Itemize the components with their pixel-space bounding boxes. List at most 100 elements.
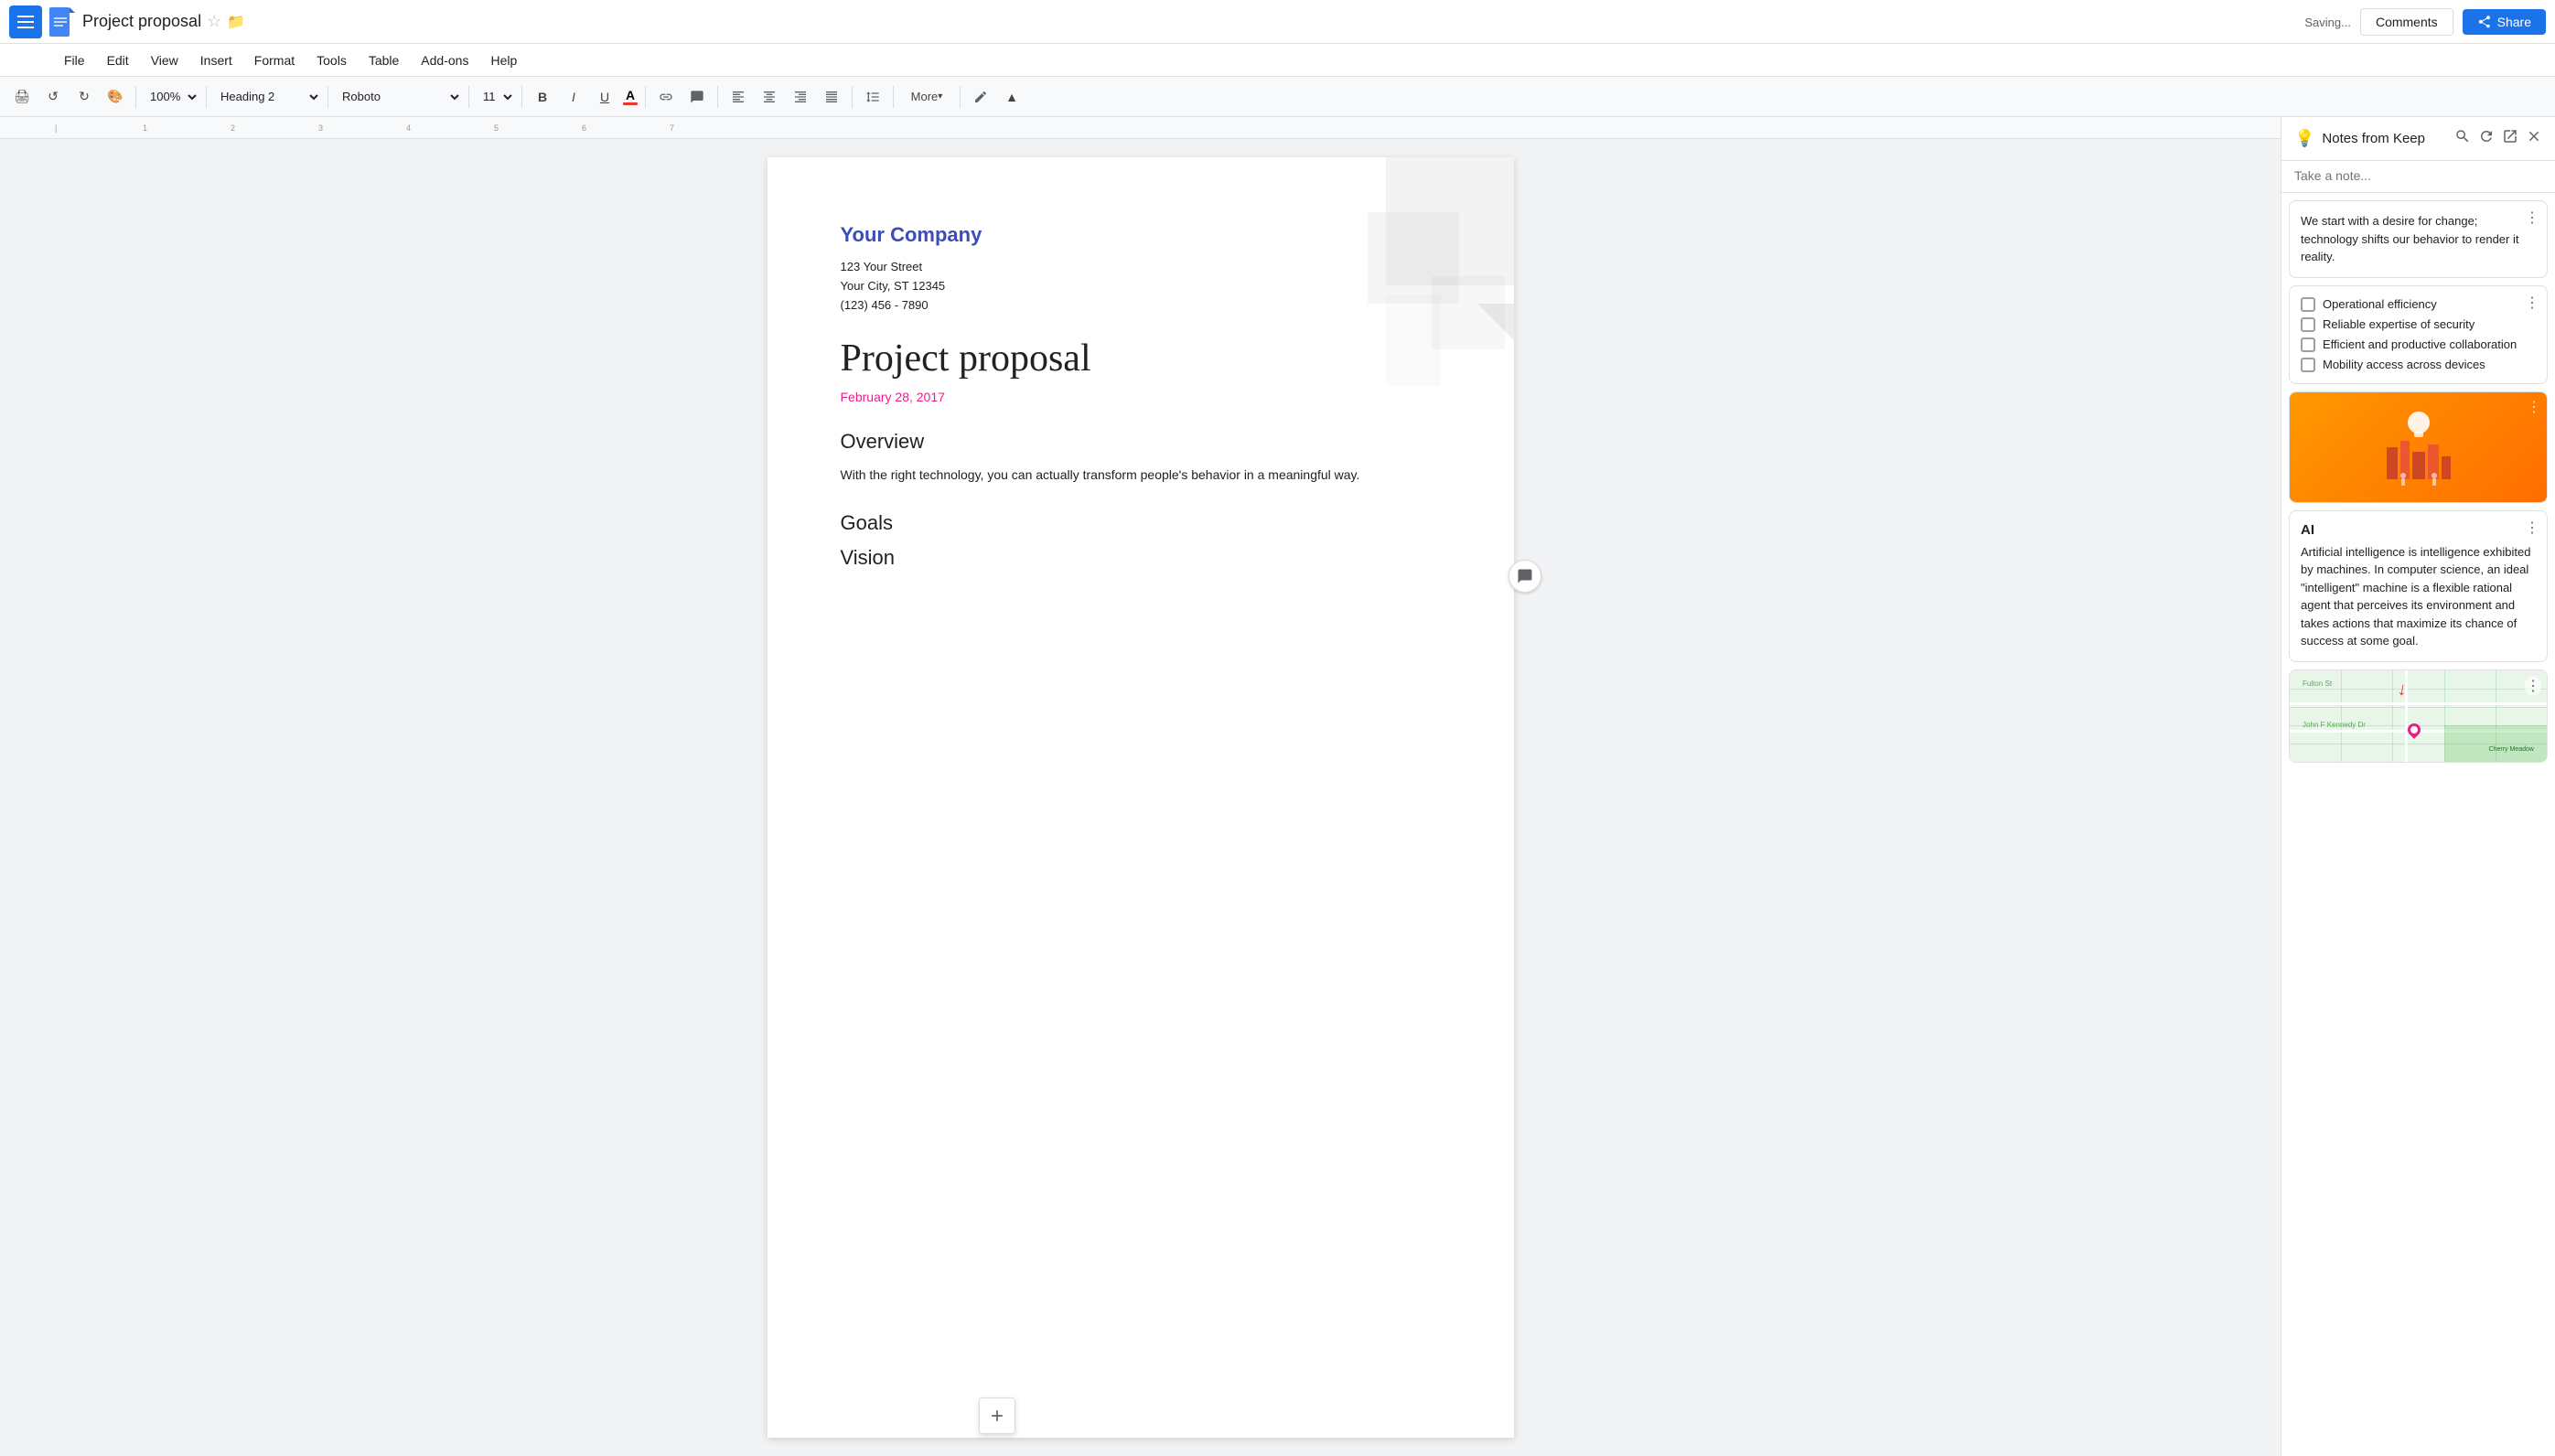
document-page[interactable]: Your Company 123 Your Street Your City, … <box>768 157 1514 1438</box>
keep-ai-more[interactable]: ⋮ <box>2525 519 2539 537</box>
keep-note-1-text[interactable]: We start with a desire for change; techn… <box>2301 212 2536 266</box>
keep-note-input[interactable] <box>2294 168 2542 183</box>
redo-button[interactable]: ↻ <box>70 82 99 112</box>
keep-toolbar <box>2454 128 2542 149</box>
fab-button[interactable] <box>979 1397 1015 1434</box>
more-button[interactable]: More ▾ <box>899 82 954 112</box>
keep-check-label-3: Mobility access across devices <box>2323 358 2485 371</box>
keep-note-image: ⋮ <box>2289 391 2548 503</box>
left-panel: | 1 2 3 4 5 6 7 <box>0 117 2281 1456</box>
keep-checklist-more[interactable]: ⋮ <box>2525 294 2539 312</box>
keep-checkbox-1[interactable] <box>2301 317 2315 332</box>
undo-button[interactable]: ↺ <box>38 82 68 112</box>
menu-addons[interactable]: Add-ons <box>412 49 478 71</box>
menu-help[interactable]: Help <box>481 49 526 71</box>
underline-button[interactable]: U <box>590 82 619 112</box>
page-decoration <box>1331 157 1514 432</box>
menu-edit[interactable]: Edit <box>98 49 138 71</box>
keep-panel: 💡 Notes from Keep <box>2281 117 2555 1456</box>
comments-button[interactable]: Comments <box>2360 8 2453 36</box>
doc-title-text[interactable]: Project proposal <box>82 12 201 31</box>
toolbar: 🖨 ↺ ↻ 🎨 100% Heading 2 Normal text Headi… <box>0 77 2555 117</box>
keep-bulb-icon: 💡 <box>2294 129 2314 148</box>
keep-check-label-2: Efficient and productive collaboration <box>2323 337 2517 351</box>
keep-map-area[interactable]: Fulton St John F Kennedy Dr Cherry Meado… <box>2290 670 2547 762</box>
keep-check-item-2: Efficient and productive collaboration <box>2301 337 2536 352</box>
link-button[interactable] <box>651 82 681 112</box>
goals-heading[interactable]: Goals <box>841 511 1441 535</box>
keep-note-1-more[interactable]: ⋮ <box>2525 209 2539 227</box>
menu-format[interactable]: Format <box>245 49 304 71</box>
bold-button[interactable]: B <box>528 82 557 112</box>
align-right-button[interactable] <box>786 82 815 112</box>
keep-image-more[interactable]: ⋮ <box>2527 398 2541 416</box>
font-select[interactable]: Roboto Arial Times New Roman <box>334 83 463 111</box>
keep-note-map: ⋮ Fulton St John <box>2289 669 2548 763</box>
title-area: Project proposal ☆ 📁 <box>82 12 2297 31</box>
zoom-select[interactable]: 100% <box>142 83 200 111</box>
menu-table[interactable]: Table <box>360 49 408 71</box>
keep-checkbox-0[interactable] <box>2301 297 2315 312</box>
keep-image-area[interactable]: ⋮ <box>2290 392 2547 502</box>
keep-note-1: ⋮ We start with a desire for change; tec… <box>2289 200 2548 278</box>
overview-text[interactable]: With the right technology, you can actua… <box>841 465 1441 485</box>
menu-view[interactable]: View <box>142 49 188 71</box>
comment-button[interactable] <box>682 82 712 112</box>
align-center-button[interactable] <box>755 82 784 112</box>
keep-ai-text[interactable]: Artificial intelligence is intelligence … <box>2301 543 2536 650</box>
align-left-button[interactable] <box>724 82 753 112</box>
top-bar: Project proposal ☆ 📁 Saving... Comments … <box>0 0 2555 44</box>
main-area: | 1 2 3 4 5 6 7 <box>0 117 2555 1456</box>
toolbar-separator-6 <box>645 86 646 108</box>
menu-insert[interactable]: Insert <box>191 49 242 71</box>
keep-search-area <box>2281 161 2555 193</box>
keep-panel-header: 💡 Notes from Keep <box>2281 117 2555 161</box>
star-button[interactable]: ☆ <box>207 12 221 31</box>
keep-close-button[interactable] <box>2526 128 2542 149</box>
toolbar-separator-9 <box>893 86 894 108</box>
keep-map-more[interactable]: ⋮ <box>2525 676 2541 696</box>
keep-checklist: Operational efficiency Reliable expertis… <box>2301 297 2536 372</box>
menu-bar: File Edit View Insert Format Tools Table… <box>0 44 2555 77</box>
document-title-bar: Project proposal ☆ 📁 <box>82 12 2297 31</box>
keep-check-label-1: Reliable expertise of security <box>2323 317 2474 331</box>
font-size-select[interactable]: 11 10 12 14 <box>475 83 516 111</box>
keep-refresh-button[interactable] <box>2478 128 2495 149</box>
toolbar-separator-2 <box>206 86 207 108</box>
document-canvas[interactable]: Your Company 123 Your Street Your City, … <box>0 139 2281 1456</box>
keep-search-button[interactable] <box>2454 128 2471 149</box>
keep-checkbox-3[interactable] <box>2301 358 2315 372</box>
print-button[interactable]: 🖨 <box>7 82 37 112</box>
app-menu-button[interactable] <box>9 5 42 38</box>
heading-select[interactable]: Heading 2 Normal text Heading 1 Heading … <box>212 83 322 111</box>
share-label: Share <box>2497 15 2531 29</box>
folder-button[interactable]: 📁 <box>227 13 245 31</box>
more-chevron: ▾ <box>938 91 942 102</box>
saving-status: Saving... <box>2304 16 2351 29</box>
keep-ai-title: AI <box>2301 522 2536 538</box>
keep-check-item-3: Mobility access across devices <box>2301 358 2536 372</box>
text-color-button[interactable]: A <box>621 86 639 107</box>
keep-open-button[interactable] <box>2502 128 2518 149</box>
keep-panel-title: Notes from Keep <box>2322 131 2447 146</box>
keep-note-checklist: ⋮ Operational efficiency Reliable expert… <box>2289 285 2548 384</box>
comment-bubble[interactable] <box>1508 560 1541 593</box>
comment-bubble-icon <box>1517 568 1533 584</box>
italic-button[interactable]: I <box>559 82 588 112</box>
pen-button[interactable] <box>966 82 995 112</box>
keep-checkbox-2[interactable] <box>2301 337 2315 352</box>
menu-tools[interactable]: Tools <box>307 49 356 71</box>
paint-format-button[interactable]: 🎨 <box>101 82 130 112</box>
overview-heading[interactable]: Overview <box>841 430 1441 454</box>
toolbar-separator-3 <box>327 86 328 108</box>
vision-heading[interactable]: Vision <box>841 546 1441 570</box>
share-button[interactable]: Share <box>2463 9 2546 35</box>
line-spacing-button[interactable] <box>858 82 887 112</box>
justify-button[interactable] <box>817 82 846 112</box>
doc-icon <box>49 6 75 37</box>
menu-file[interactable]: File <box>55 49 94 71</box>
collapse-toolbar-button[interactable]: ▲ <box>997 82 1026 112</box>
top-right-actions: Saving... Comments Share <box>2304 8 2546 36</box>
more-label: More <box>911 90 939 103</box>
toolbar-separator-1 <box>135 86 136 108</box>
